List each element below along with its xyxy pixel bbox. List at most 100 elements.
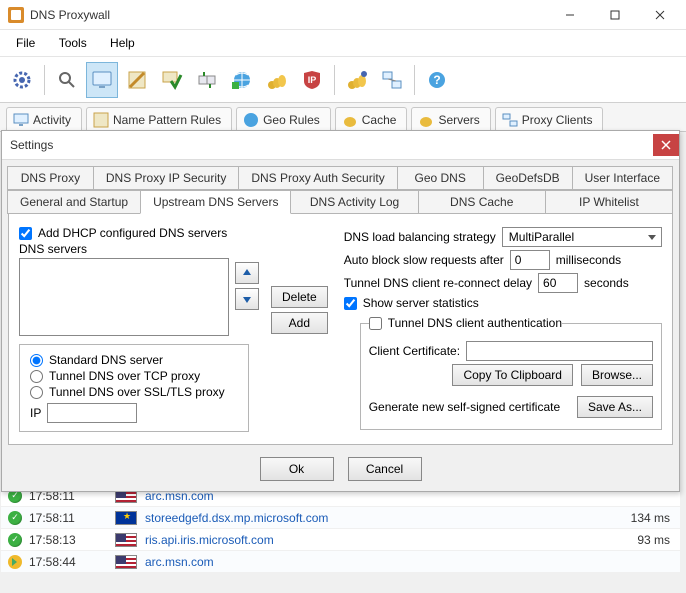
strategy-value: MultiParallel (509, 230, 574, 244)
tab-label: Geo Rules (263, 113, 320, 127)
rules-icon (93, 112, 109, 128)
servers-listbox[interactable] (19, 258, 229, 336)
tab-label: Name Pattern Rules (113, 113, 221, 127)
maximize-button[interactable] (592, 0, 637, 30)
reconnect-input[interactable] (538, 273, 578, 293)
tab-geo-rules[interactable]: Geo Rules (236, 107, 331, 131)
menu-help[interactable]: Help (100, 34, 145, 52)
log-domain: ris.api.iris.microsoft.com (145, 533, 610, 547)
add-dhcp-checkbox[interactable]: Add DHCP configured DNS servers (19, 226, 328, 240)
tb-search-icon[interactable] (51, 62, 83, 98)
menu-tools[interactable]: Tools (49, 34, 97, 52)
separator (334, 65, 335, 95)
flag-us-icon (115, 533, 137, 547)
radio-tcp-label: Tunnel DNS over TCP proxy (49, 369, 200, 383)
tb-cache-icon[interactable] (261, 62, 293, 98)
radio-tcp[interactable]: Tunnel DNS over TCP proxy (30, 369, 244, 383)
svg-text:IP: IP (308, 75, 317, 85)
stab-general[interactable]: General and Startup (7, 190, 141, 214)
radio-standard[interactable]: Standard DNS server (30, 353, 244, 367)
stab-ip-security[interactable]: DNS Proxy IP Security (93, 166, 239, 190)
show-stats-input[interactable] (344, 297, 357, 310)
app-icon (8, 7, 24, 23)
stab-geo-dns[interactable]: Geo DNS (397, 166, 484, 190)
tb-servers-icon[interactable] (341, 62, 373, 98)
radio-standard-input[interactable] (30, 354, 43, 367)
status-running-icon (8, 555, 22, 569)
tb-sync-icon[interactable] (191, 62, 223, 98)
close-button[interactable] (637, 0, 682, 30)
copy-clipboard-button[interactable]: Copy To Clipboard (452, 364, 573, 386)
stab-ip-whitelist[interactable]: IP Whitelist (545, 190, 673, 214)
radio-tcp-input[interactable] (30, 370, 43, 383)
tb-apply-icon[interactable] (156, 62, 188, 98)
separator (414, 65, 415, 95)
flag-eu-icon (115, 511, 137, 525)
log-row[interactable]: ✓ 17:58:13 ris.api.iris.microsoft.com 93… (1, 529, 680, 551)
move-down-button[interactable] (235, 288, 259, 310)
generate-label: Generate new self-signed certificate (369, 400, 571, 414)
radio-ssl-label: Tunnel DNS over SSL/TLS proxy (49, 385, 225, 399)
tab-servers[interactable]: Servers (411, 107, 490, 131)
tb-help-icon[interactable]: ? (421, 62, 453, 98)
ok-button[interactable]: Ok (260, 457, 334, 481)
tab-label: Activity (33, 113, 71, 127)
tb-global-icon[interactable] (226, 62, 258, 98)
servers-icon (418, 112, 434, 128)
log-row[interactable]: 17:58:44 arc.msn.com (1, 551, 680, 573)
toolbar: IP ? (0, 57, 686, 103)
tunnel-auth-input[interactable] (369, 317, 382, 330)
client-cert-input[interactable] (466, 341, 653, 361)
log-domain: arc.msn.com (145, 555, 610, 569)
autoblock-input[interactable] (510, 250, 550, 270)
minimize-button[interactable] (547, 0, 592, 30)
delete-button[interactable]: Delete (271, 286, 328, 308)
tb-settings-icon[interactable] (6, 62, 38, 98)
reconnect-label-post: seconds (584, 276, 629, 290)
stab-dns-cache[interactable]: DNS Cache (418, 190, 546, 214)
show-stats-label: Show server statistics (363, 296, 479, 310)
stab-upstream[interactable]: Upstream DNS Servers (140, 190, 291, 214)
browse-button[interactable]: Browse... (581, 364, 653, 386)
stab-activity-log[interactable]: DNS Activity Log (290, 190, 418, 214)
menubar: File Tools Help (0, 30, 686, 57)
cancel-button[interactable]: Cancel (348, 457, 422, 481)
tab-label: Proxy Clients (522, 113, 593, 127)
tb-proxy-icon[interactable] (376, 62, 408, 98)
tab-activity[interactable]: Activity (6, 107, 82, 131)
show-stats-checkbox[interactable]: Show server statistics (344, 296, 662, 310)
tab-label: Cache (362, 113, 397, 127)
tb-monitor-icon[interactable] (86, 62, 118, 98)
monitor-icon (13, 112, 29, 128)
radio-ssl-input[interactable] (30, 386, 43, 399)
ip-label: IP (30, 406, 41, 420)
strategy-select[interactable]: MultiParallel (502, 227, 662, 247)
tunnel-auth-checkbox[interactable]: Tunnel DNS client authentication (369, 316, 562, 330)
move-up-button[interactable] (235, 262, 259, 284)
save-as-button[interactable]: Save As... (577, 396, 653, 418)
log-time: 17:58:11 (29, 511, 107, 525)
dialog-title: Settings (10, 138, 653, 152)
log-row[interactable]: ✓ 17:58:11 storeedgefd.dsx.mp.microsoft.… (1, 507, 680, 529)
reconnect-label-pre: Tunnel DNS client re-connect delay (344, 276, 532, 290)
dialog-close-button[interactable] (653, 134, 679, 156)
globe-icon (243, 112, 259, 128)
stab-geodefsdb[interactable]: GeoDefsDB (483, 166, 573, 190)
stab-ui[interactable]: User Interface (572, 166, 673, 190)
coins-icon (342, 112, 358, 128)
ip-input[interactable] (47, 403, 137, 423)
stab-dns-proxy[interactable]: DNS Proxy (7, 166, 94, 190)
menu-file[interactable]: File (6, 34, 45, 52)
settings-tabs: DNS Proxy DNS Proxy IP Security DNS Prox… (2, 160, 679, 214)
tb-rules-icon[interactable] (121, 62, 153, 98)
tab-cache[interactable]: Cache (335, 107, 408, 131)
stab-auth-security[interactable]: DNS Proxy Auth Security (238, 166, 397, 190)
tb-ip-icon[interactable]: IP (296, 62, 328, 98)
log-latency: 134 ms (610, 511, 680, 525)
tab-proxy-clients[interactable]: Proxy Clients (495, 107, 604, 131)
log-latency: 93 ms (610, 533, 680, 547)
add-button[interactable]: Add (271, 312, 328, 334)
radio-ssl[interactable]: Tunnel DNS over SSL/TLS proxy (30, 385, 244, 399)
add-dhcp-input[interactable] (19, 227, 32, 240)
tab-name-rules[interactable]: Name Pattern Rules (86, 107, 232, 131)
